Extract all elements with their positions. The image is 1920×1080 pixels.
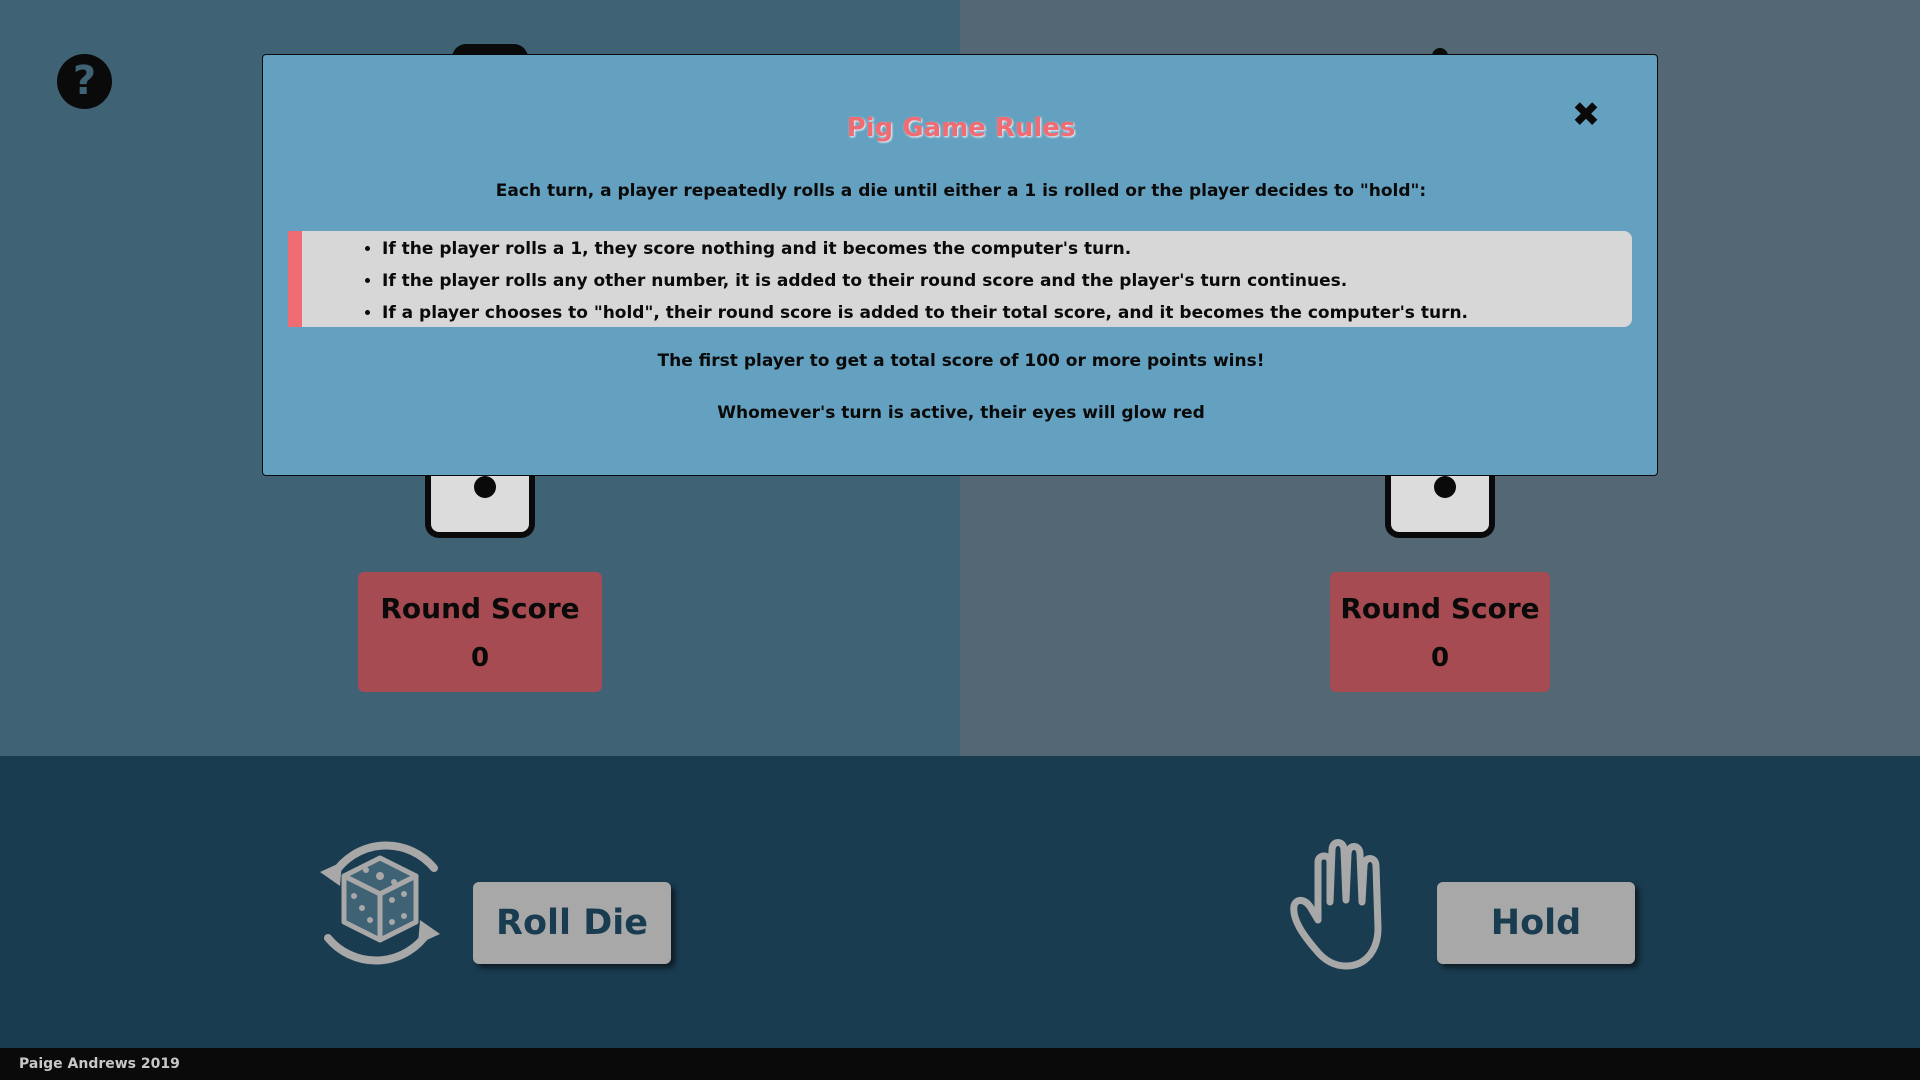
die-pip: [474, 476, 496, 498]
dice-roll-icon[interactable]: [306, 828, 454, 976]
rule-item: If the player rolls a 1, they score noth…: [382, 237, 1632, 269]
modal-title: Pig Game Rules: [846, 113, 1076, 143]
rule-item: If the player rolls any other number, it…: [382, 269, 1632, 301]
help-icon[interactable]: ?: [57, 54, 112, 109]
round-score-label: Round Score: [1340, 592, 1540, 625]
computer-round-score: Round Score 0: [1330, 572, 1550, 692]
turn-hint: Whomever's turn is active, their eyes wi…: [717, 403, 1205, 423]
round-score-label: Round Score: [380, 592, 580, 625]
round-score-value: 0: [470, 643, 490, 673]
die-pip: [1434, 476, 1456, 498]
rules-modal: Pig Game Rules ✖ Each turn, a player rep…: [262, 54, 1658, 476]
hold-button[interactable]: Hold: [1437, 882, 1635, 964]
hand-icon[interactable]: [1286, 832, 1398, 972]
close-icon[interactable]: ✖: [1568, 97, 1604, 133]
win-condition: The first player to get a total score of…: [657, 351, 1265, 371]
rule-item: If a player chooses to "hold", their rou…: [382, 301, 1632, 333]
rules-list: If the player rolls a 1, they score noth…: [302, 231, 1632, 333]
rules-intro: Each turn, a player repeatedly rolls a d…: [495, 181, 1427, 201]
roll-die-button[interactable]: Roll Die: [473, 882, 671, 964]
player-round-score: Round Score 0: [358, 572, 602, 692]
footer-credit: Paige Andrews 2019: [0, 1048, 1920, 1080]
round-score-value: 0: [1430, 643, 1450, 673]
rules-list-box: If the player rolls a 1, they score noth…: [288, 231, 1632, 327]
